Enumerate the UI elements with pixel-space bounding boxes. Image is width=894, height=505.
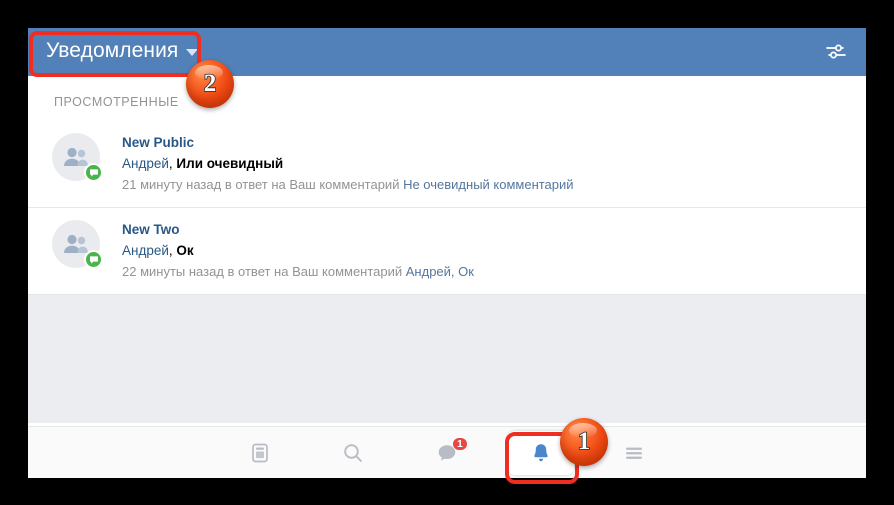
notification-title[interactable]: New Two (122, 221, 846, 239)
newsfeed-icon (251, 443, 268, 462)
callout-step-1-label: 1 (577, 427, 591, 456)
notification-meta-link[interactable]: Не очевидный комментарий (403, 177, 573, 192)
search-icon (344, 443, 363, 462)
sliders-icon[interactable] (824, 40, 848, 64)
notification-subtitle: Андрей, Ок (122, 241, 846, 260)
notification-author-link[interactable]: Андрей (122, 156, 169, 171)
notification-body: New Two Андрей, Ок 22 минуты назад в отв… (122, 220, 846, 281)
bell-icon (533, 443, 548, 461)
comment-bubble-icon (84, 163, 103, 182)
comment-bubble-icon (84, 250, 103, 269)
app-screen: Уведомления ПРОСМОТРЕННЫЕ New Public Анд… (28, 28, 866, 478)
notification-body: New Public Андрей, Или очевидный 21 мину… (122, 133, 846, 194)
notification-row[interactable]: New Public Андрей, Или очевидный 21 мину… (28, 121, 866, 207)
notification-comment-text: Или очевидный (176, 156, 284, 171)
section-label-viewed: ПРОСМОТРЕННЫЕ (54, 95, 179, 109)
notification-comment-text: Ок (176, 243, 194, 258)
callout-step-1: 1 (560, 418, 608, 466)
nav-item-search[interactable] (307, 427, 401, 479)
empty-list-area (28, 294, 866, 423)
notification-meta: 22 минуты назад в ответ на Ваш комментар… (122, 263, 846, 281)
bottom-navigation-bar: 1 (28, 426, 866, 478)
notification-meta-prefix: 21 минуту назад в ответ на Ваш комментар… (122, 177, 404, 192)
messages-icon (438, 444, 456, 461)
chevron-down-icon (186, 49, 199, 56)
header-title-dropdown[interactable]: Уведомления (38, 36, 206, 68)
nav-item-messages[interactable]: 1 (400, 427, 494, 479)
callout-step-2-label: 2 (203, 69, 217, 98)
notification-meta-prefix: 22 минуты назад в ответ на Ваш комментар… (122, 264, 406, 279)
callout-step-2: 2 (186, 60, 234, 108)
notification-meta-link[interactable]: Андрей, Ок (406, 264, 474, 279)
notification-subtitle: Андрей, Или очевидный (122, 154, 846, 173)
notification-meta: 21 минуту назад в ответ на Ваш комментар… (122, 176, 846, 194)
notification-author-link[interactable]: Андрей (122, 243, 169, 258)
hamburger-menu-icon (626, 447, 643, 459)
notification-title[interactable]: New Public (122, 134, 846, 152)
avatar (52, 220, 103, 269)
nav-item-newsfeed[interactable] (213, 427, 307, 479)
notifications-list: ПРОСМОТРЕННЫЕ New Public Андрей, Или оче… (28, 76, 866, 478)
notification-row[interactable]: New Two Андрей, Ок 22 минуты назад в отв… (28, 207, 866, 294)
page-title: Уведомления (46, 39, 179, 62)
app-header: Уведомления (28, 28, 866, 76)
avatar (52, 133, 103, 182)
